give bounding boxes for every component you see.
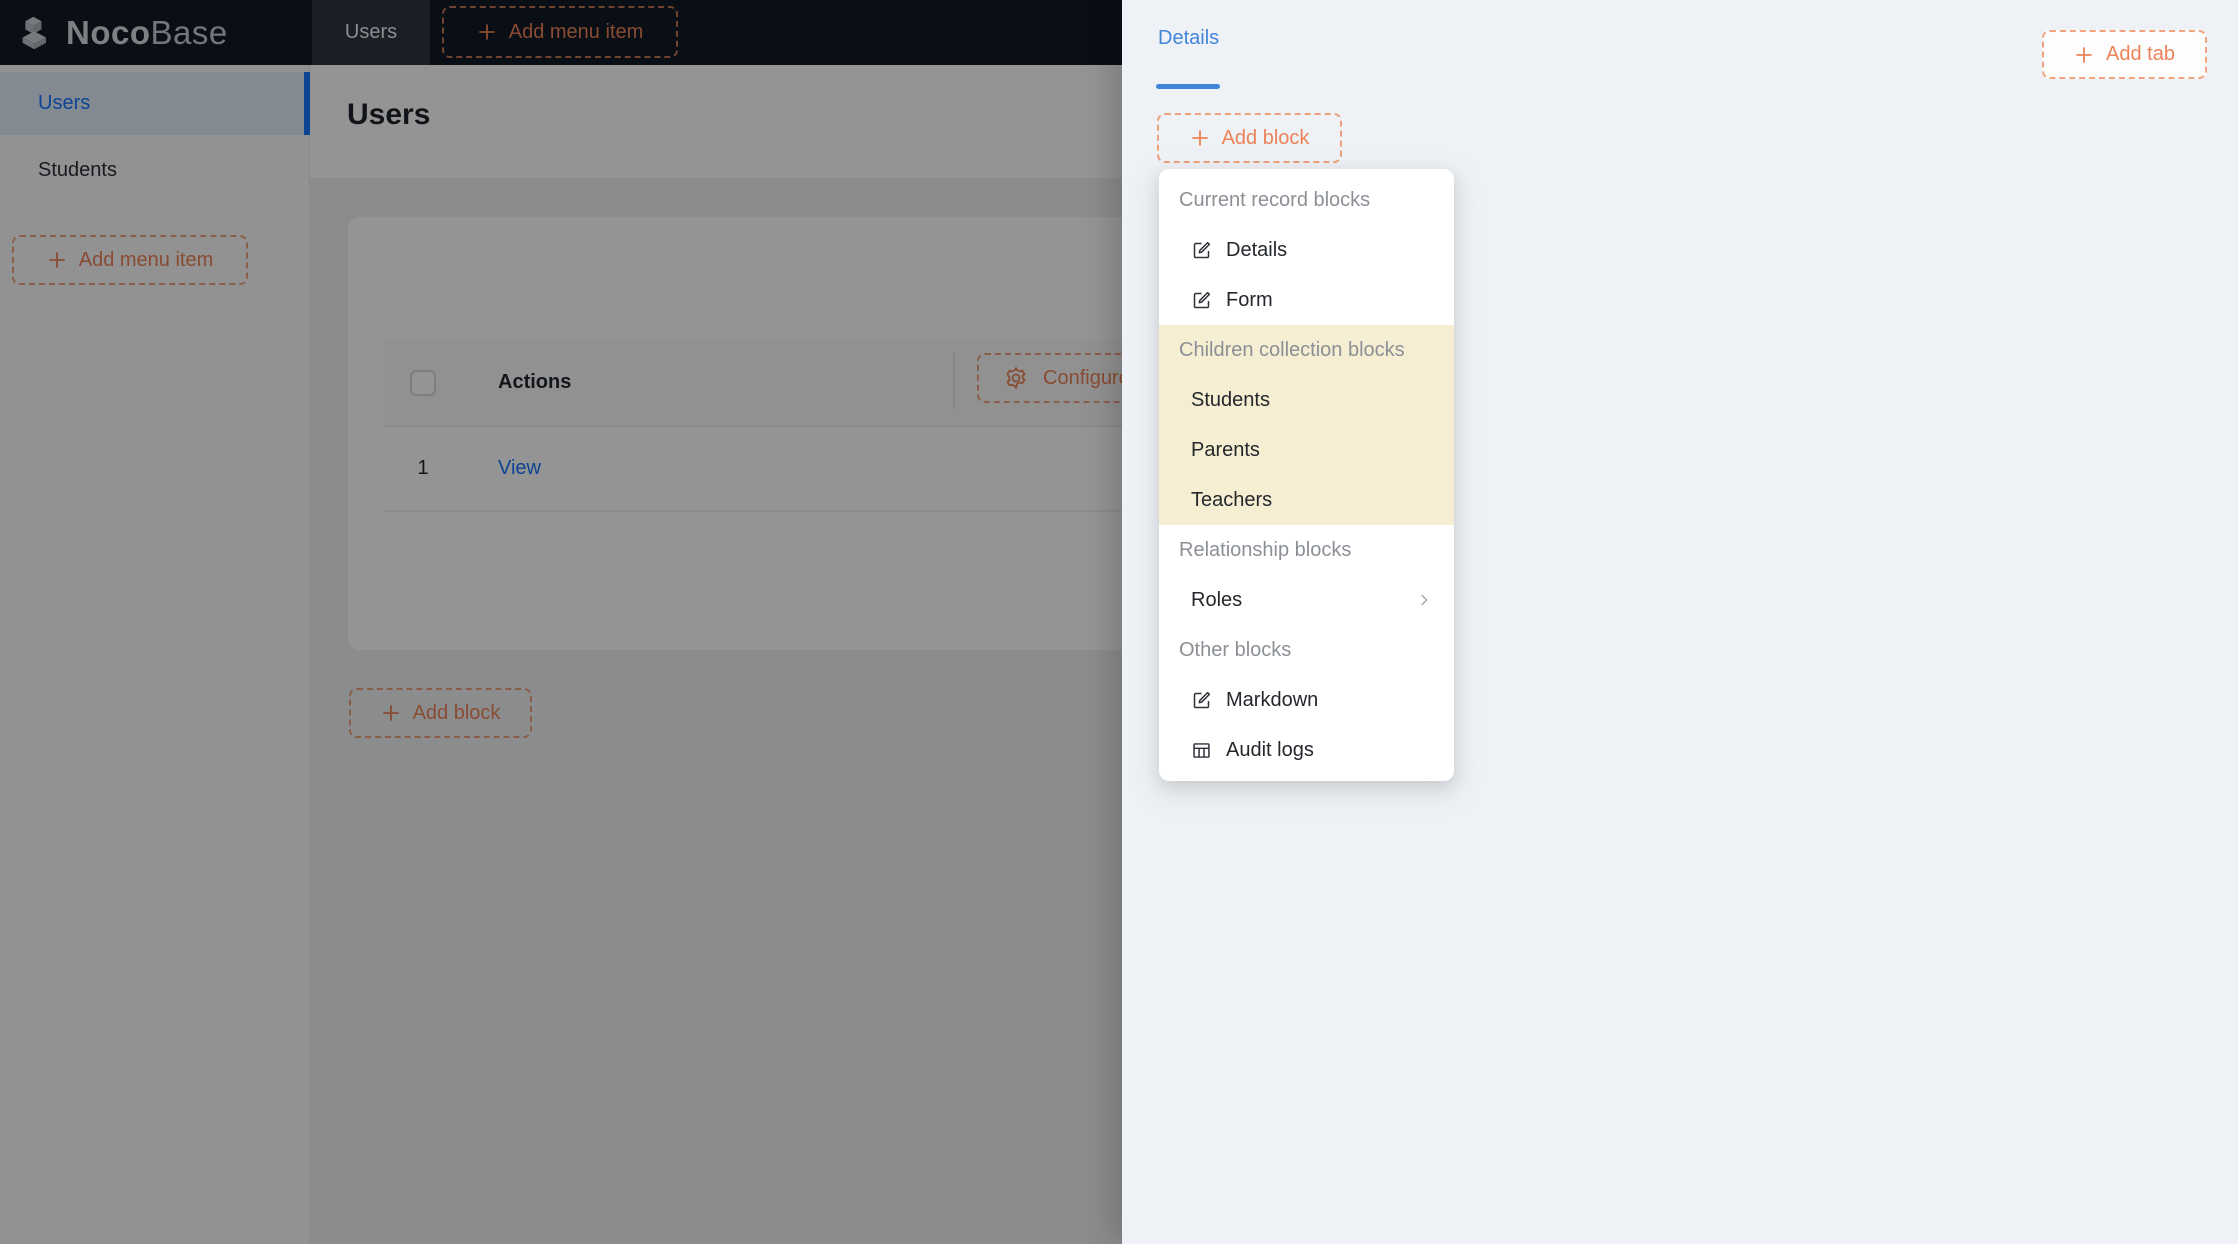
menu-group-relationship-blocks: Relationship blocks Roles [1159,525,1454,625]
menu-item-label: Audit logs [1226,739,1314,762]
menu-group-current-record-blocks: Current record blocks Details [1159,175,1454,325]
tab-details[interactable]: Details [1158,27,1219,50]
add-block-menu: Current record blocks Details [1159,169,1454,781]
nocobase-app: NocoBase Users Add menu item Users Stude… [0,0,2238,1244]
drawer-add-block-button[interactable]: Add block [1157,113,1342,163]
menu-item-form[interactable]: Form [1159,275,1454,325]
table-icon [1191,740,1212,761]
menu-item-label: Form [1226,289,1273,312]
menu-item-markdown[interactable]: Markdown [1159,675,1454,725]
drawer-mask[interactable] [0,0,1122,1244]
form-icon [1191,240,1212,261]
plus-icon [2074,45,2094,65]
menu-item-audit-logs[interactable]: Audit logs [1159,725,1454,775]
menu-item-label: Markdown [1226,689,1318,712]
menu-group-children-collection-blocks: Children collection blocks Students Pare… [1159,325,1454,525]
menu-group-label: Current record blocks [1159,175,1454,225]
chevron-right-icon [1416,592,1432,608]
drawer-add-block-label: Add block [1222,127,1310,150]
menu-group-other-blocks: Other blocks Markdown [1159,625,1454,775]
menu-group-label: Relationship blocks [1159,525,1454,575]
menu-item-teachers[interactable]: Teachers [1159,475,1454,525]
menu-item-students[interactable]: Students [1159,375,1454,425]
add-tab-label: Add tab [2106,43,2175,66]
menu-item-label: Students [1191,389,1270,412]
form-icon [1191,690,1212,711]
plus-icon [1190,128,1210,148]
menu-item-label: Parents [1191,439,1260,462]
details-tab-underline [1156,84,1220,89]
menu-item-label: Roles [1191,589,1242,612]
menu-item-details[interactable]: Details [1159,225,1454,275]
menu-group-label: Children collection blocks [1159,325,1454,375]
form-icon [1191,290,1212,311]
menu-group-label: Other blocks [1159,625,1454,675]
add-tab-button[interactable]: Add tab [2042,30,2207,79]
menu-item-parents[interactable]: Parents [1159,425,1454,475]
menu-item-roles[interactable]: Roles [1159,575,1454,625]
menu-item-label: Details [1226,239,1287,262]
menu-item-label: Teachers [1191,489,1272,512]
record-drawer: Details Add tab Add block Current record… [1122,0,2238,1244]
